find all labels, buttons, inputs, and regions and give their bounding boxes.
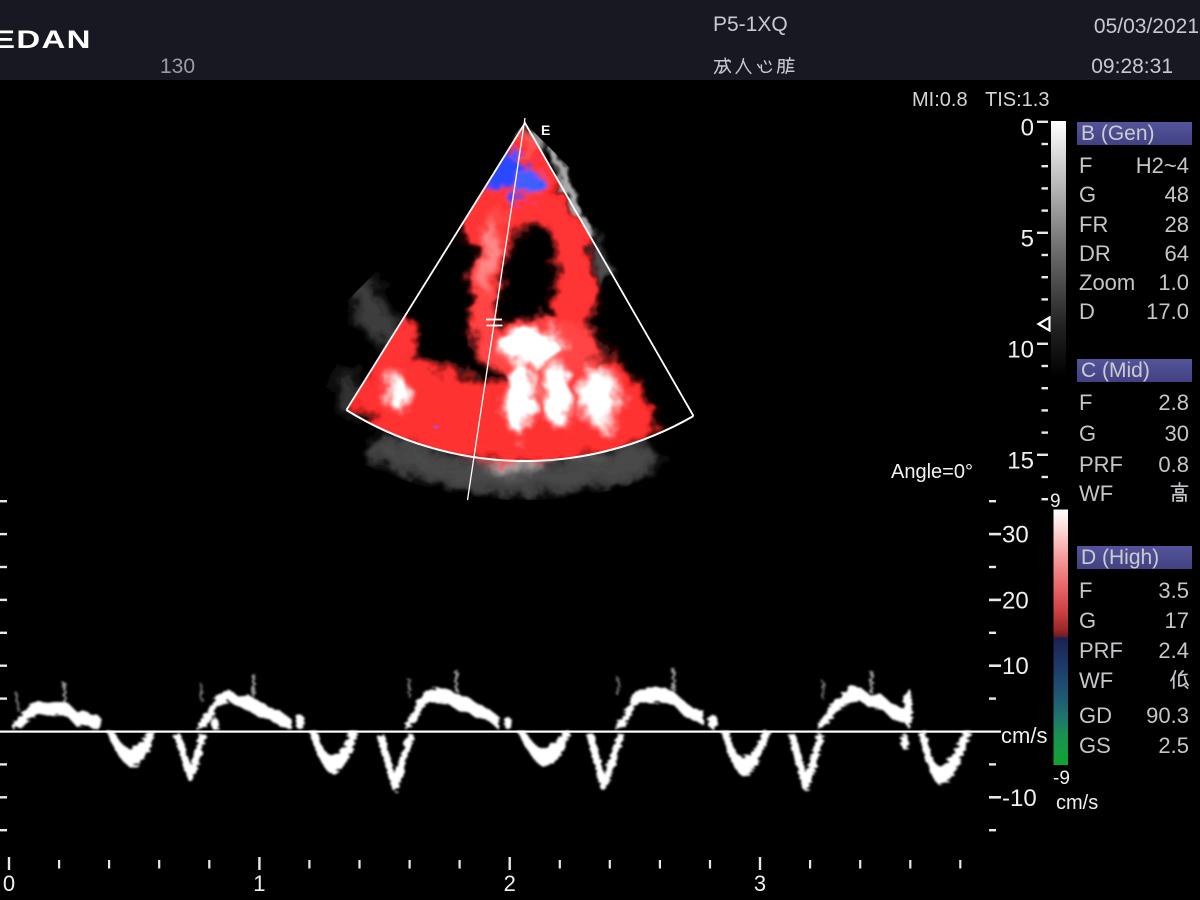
svg-text:0: 0 [3, 871, 15, 896]
svg-text:30: 30 [1002, 522, 1029, 549]
svg-text:cm/s: cm/s [1056, 792, 1098, 814]
svg-text:10: 10 [1002, 653, 1029, 680]
svg-text:9: 9 [1050, 491, 1061, 512]
svg-text:1: 1 [253, 871, 265, 896]
svg-text:3: 3 [754, 871, 766, 896]
svg-text:5: 5 [1021, 225, 1034, 252]
svg-text:20: 20 [1002, 587, 1029, 614]
svg-text:0: 0 [1021, 114, 1034, 141]
svg-text:-10: -10 [1002, 785, 1037, 812]
svg-text:E: E [541, 122, 550, 138]
svg-text:10: 10 [1007, 336, 1034, 363]
svg-text:-9: -9 [1053, 768, 1070, 789]
svg-text:15: 15 [1007, 447, 1034, 474]
svg-text:cm/s: cm/s [1001, 723, 1047, 748]
svg-text:2: 2 [504, 871, 516, 896]
